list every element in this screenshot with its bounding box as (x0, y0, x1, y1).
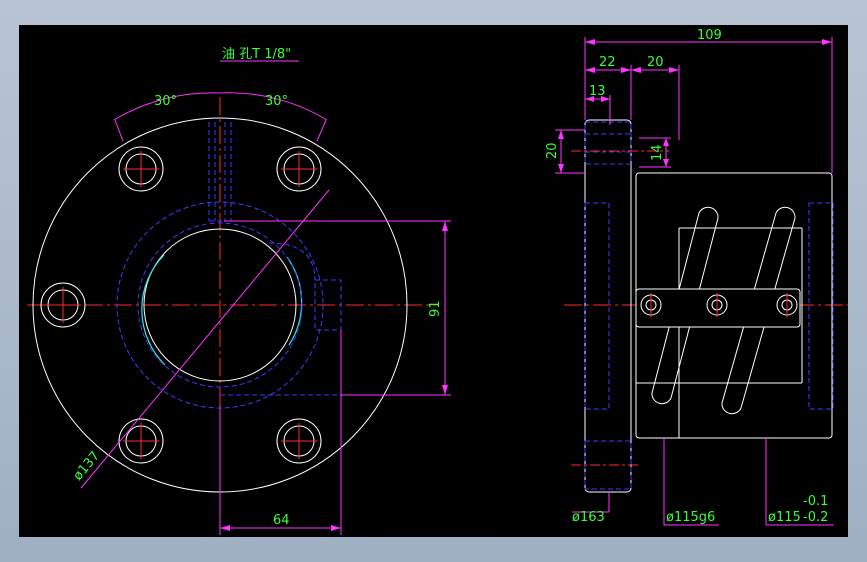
dia-163-text: ø163 (572, 510, 605, 525)
dim-22-text: 22 (599, 55, 616, 70)
bolt-hole-bottom-right (276, 418, 322, 464)
dim-20-left-text: 20 (545, 142, 560, 159)
dim-14-text: 14 (650, 144, 665, 161)
hidden-flange-bore (584, 202, 610, 410)
dim-13-text: 13 (589, 84, 606, 99)
dia-115-text: ø115 (768, 510, 801, 525)
side-dimensions (555, 37, 834, 526)
tolerance-lower: -0.2 (803, 510, 828, 525)
oil-hole-label: 油 孔T 1/8" (222, 47, 291, 62)
dim-109-text: 109 (697, 28, 722, 43)
window-frame: 油 孔T 1/8" 30° 30° 91 64 ø137 109 22 20 1… (0, 0, 867, 562)
bolt-hole-top-right (276, 146, 322, 192)
flange-body (584, 119, 632, 493)
thread-arc-right (286, 256, 303, 346)
dia-137-text: ø137 (71, 449, 104, 484)
angle-30-left: 30° (154, 94, 177, 109)
hidden-return-arc (268, 242, 316, 281)
dim-64-text: 64 (273, 513, 290, 528)
angle-ext-right (316, 119, 327, 142)
front-arrowheads (220, 221, 448, 531)
front-view: 油 孔T 1/8" 30° 30° 91 64 ø137 (27, 47, 451, 535)
dim-20-top-text: 20 (647, 55, 664, 70)
hidden-body-bore (808, 202, 834, 410)
angle-ext-left (114, 119, 124, 142)
drawing-canvas: 油 孔T 1/8" 30° 30° 91 64 ø137 109 22 20 1… (19, 25, 848, 537)
front-dimensions (80, 60, 451, 535)
cad-drawing: 油 孔T 1/8" 30° 30° 91 64 ø137 109 22 20 1… (27, 28, 848, 535)
dim-91-text: 91 (428, 300, 443, 317)
bolt-hole-top-left (118, 146, 164, 192)
dia-137-leader (80, 189, 330, 489)
angle-30-right: 30° (265, 94, 288, 109)
bolt-hole-bottom-left (118, 418, 164, 464)
dia-115g6-text: ø115g6 (666, 510, 715, 525)
hidden-oil-hole-top (584, 121, 632, 165)
front-hidden-lines (116, 122, 342, 409)
side-view: 109 22 20 13 20 14 ø163 ø115g6 ø115 -0.1… (545, 28, 848, 526)
bolt-hole-left (40, 282, 86, 328)
tolerance-upper: -0.1 (803, 494, 828, 509)
